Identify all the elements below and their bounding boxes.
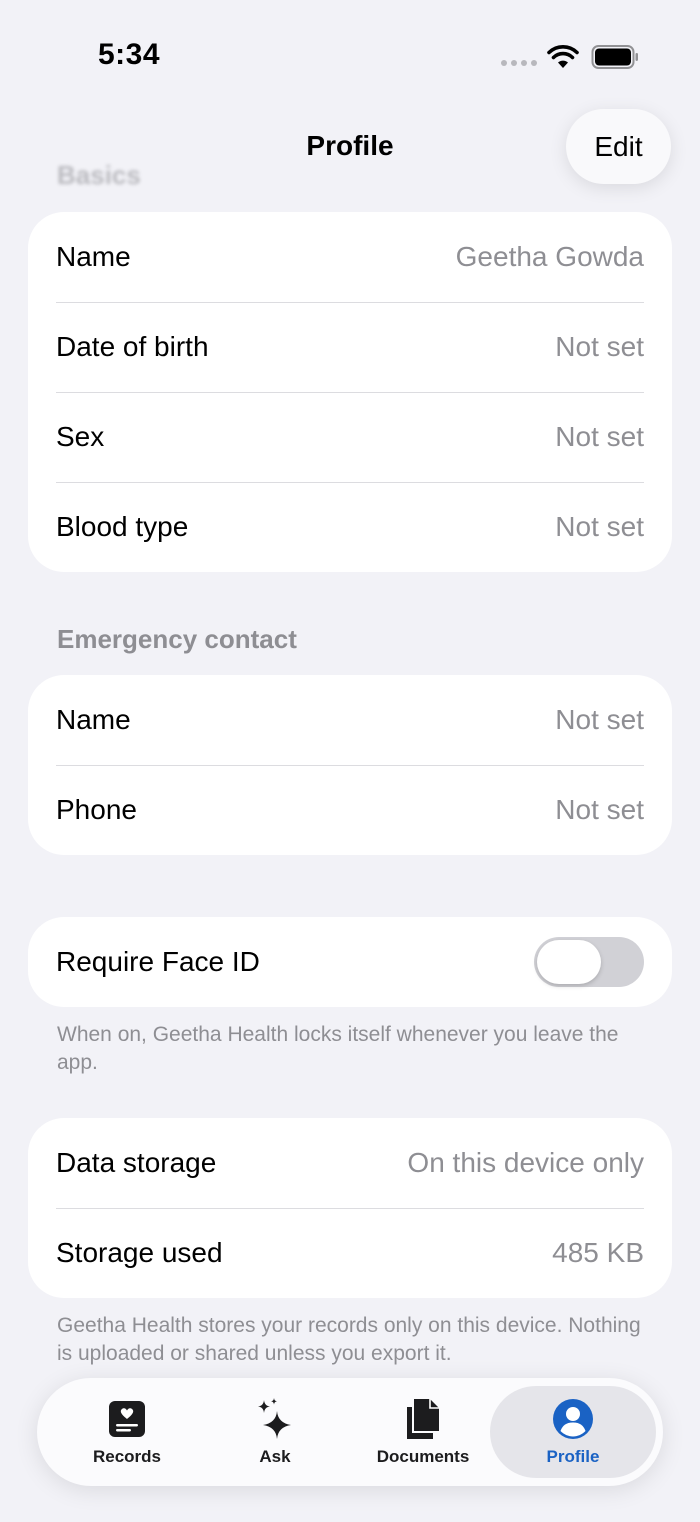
profile-icon — [553, 1399, 593, 1439]
date-of-birth-row[interactable]: Date of birth Not set — [28, 302, 672, 392]
tab-label: Profile — [546, 1447, 600, 1466]
profile-screen: 5:34 Profile Edit Basics Name Geetha Gow… — [0, 0, 700, 1522]
row-value: 485 KB — [552, 1237, 644, 1268]
basics-section-header: Basics — [57, 160, 141, 190]
name-row[interactable]: Name Geetha Gowda — [28, 212, 672, 302]
emergency-phone-row[interactable]: Phone Not set — [28, 765, 672, 855]
row-label: Data storage — [56, 1147, 217, 1178]
row-value: On this device only — [407, 1147, 644, 1178]
sex-row[interactable]: Sex Not set — [28, 392, 672, 482]
row-label: Storage used — [56, 1237, 223, 1268]
edit-button[interactable]: Edit — [566, 109, 671, 184]
row-label: Blood type — [56, 511, 189, 542]
status-time: 5:34 — [98, 38, 161, 71]
row-value: Not set — [555, 331, 644, 362]
row-label: Date of birth — [56, 331, 209, 362]
row-value: Geetha Gowda — [455, 241, 644, 272]
storage-footnote: Geetha Health stores your records only o… — [57, 1314, 641, 1365]
face-id-footnote: When on, Geetha Health locks itself when… — [57, 1023, 619, 1074]
row-value: Not set — [555, 421, 644, 452]
tab-documents[interactable]: Documents — [363, 1378, 483, 1486]
storage-used-row: Storage used 485 KB — [28, 1208, 672, 1298]
emergency-contact-card: Name Not set Phone Not set — [28, 675, 672, 855]
tab-label: Documents — [376, 1447, 470, 1466]
tab-label: Records — [92, 1447, 162, 1466]
row-label: Phone — [56, 794, 137, 825]
tab-profile[interactable]: Profile — [490, 1386, 656, 1478]
tab-records[interactable]: Records — [67, 1378, 187, 1486]
basics-card: Name Geetha Gowda Date of birth Not set … — [28, 212, 672, 572]
security-card: Require Face ID — [28, 917, 672, 1007]
wifi-icon — [547, 45, 579, 68]
documents-icon — [407, 1399, 439, 1439]
tab-ask[interactable]: Ask — [215, 1378, 335, 1486]
face-id-label: Require Face ID — [56, 946, 260, 977]
storage-card: Data storage On this device only Storage… — [28, 1118, 672, 1298]
emergency-name-row[interactable]: Name Not set — [28, 675, 672, 765]
row-label: Name — [56, 704, 131, 735]
toggle-knob — [537, 940, 601, 984]
tab-label: Ask — [259, 1447, 291, 1466]
row-value: Not set — [555, 794, 644, 825]
blood-type-row[interactable]: Blood type Not set — [28, 482, 672, 572]
emergency-contact-header: Emergency contact — [57, 624, 297, 654]
row-label: Sex — [56, 421, 105, 452]
records-icon — [109, 1401, 145, 1437]
row-label: Name — [56, 241, 131, 272]
row-value: Not set — [555, 704, 644, 735]
sparkle-icon — [258, 1398, 291, 1439]
status-bar: 5:34 — [0, 0, 700, 100]
cellular-signal-icon — [501, 60, 537, 70]
battery-icon — [591, 45, 638, 69]
face-id-toggle[interactable] — [534, 937, 644, 987]
tab-bar: Records Ask Documents Profile — [37, 1378, 663, 1486]
data-storage-row: Data storage On this device only — [28, 1118, 672, 1208]
row-value: Not set — [555, 511, 644, 542]
face-id-row: Require Face ID — [28, 917, 672, 1007]
